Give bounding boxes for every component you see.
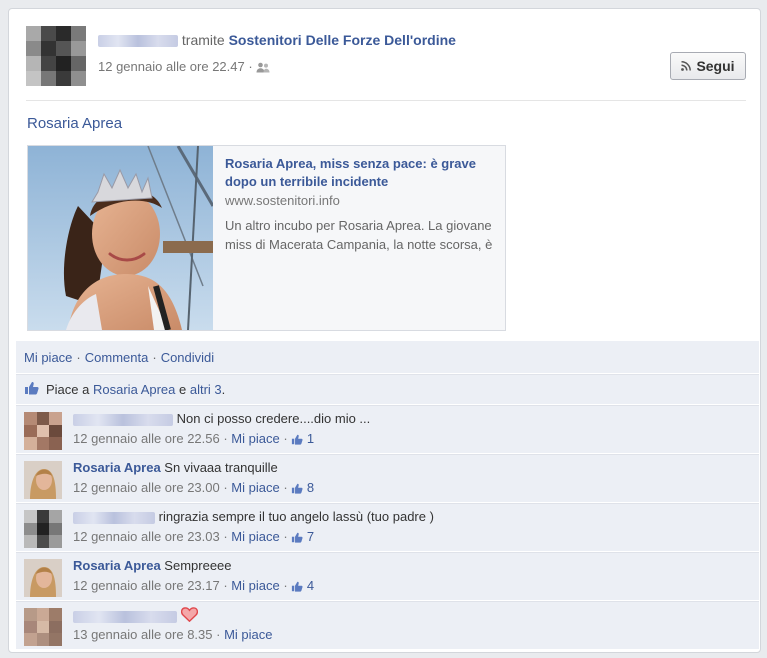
comment-item: ringrazia sempre il tuo angelo lassù (tu… — [16, 503, 759, 551]
comment-text: ringrazia sempre il tuo angelo lassù (tu… — [158, 509, 434, 524]
like-link[interactable]: Mi piace — [24, 350, 72, 365]
comment-like-link[interactable]: Mi piace — [231, 578, 279, 593]
shared-link-title[interactable]: Rosaria Aprea, miss senza pace: è grave … — [225, 155, 495, 191]
post-card: tramite Sostenitori Delle Forze Dell'ord… — [8, 8, 761, 653]
comment-link[interactable]: Commenta — [85, 350, 149, 365]
comment-text: Sn vivaaa tranquille — [164, 460, 278, 475]
comment-time[interactable]: 12 gennaio alle ore 22.56 — [73, 431, 220, 446]
shared-link-description: Un altro incubo per Rosaria Aprea. La gi… — [225, 218, 493, 252]
comment-text: Non ci posso credere....dio mio ... — [176, 411, 371, 426]
comment-time[interactable]: 12 gennaio alle ore 23.03 — [73, 529, 220, 544]
commenter-name-redacted[interactable] — [73, 413, 173, 426]
commenter-avatar[interactable] — [24, 461, 62, 499]
comment-meta: 12 gennaio alle ore 22.56 · Mi piace · 1 — [73, 431, 315, 446]
via-label: tramite — [181, 32, 225, 48]
commenter-avatar[interactable] — [24, 559, 62, 597]
thumbs-up-icon — [24, 381, 39, 398]
comment-text-line: ringrazia sempre il tuo angelo lassù (tu… — [73, 509, 434, 524]
comment-text-line — [73, 607, 198, 623]
comment-item: 13 gennaio alle ore 8.35 · Mi piace — [16, 601, 759, 649]
share-link[interactable]: Condividi — [161, 350, 214, 365]
likes-suffix: . — [221, 382, 226, 397]
comment-item: Rosaria Aprea Sn vivaaa tranquille 12 ge… — [16, 454, 759, 502]
commenter-name-redacted[interactable] — [73, 610, 177, 623]
audience-friends-icon[interactable] — [256, 59, 270, 74]
comment-meta: 12 gennaio alle ore 23.03 · Mi piace · 7 — [73, 529, 315, 544]
action-separator: · — [76, 349, 81, 365]
comment-time[interactable]: 12 gennaio alle ore 23.00 — [73, 480, 220, 495]
poster-line: tramite Sostenitori Delle Forze Dell'ord… — [98, 32, 456, 48]
comment-time[interactable]: 13 gennaio alle ore 8.35 — [73, 627, 213, 642]
action-separator: · — [152, 349, 157, 365]
heart-icon — [180, 607, 198, 623]
comment-meta: 12 gennaio alle ore 23.00 · Mi piace · 8 — [73, 480, 315, 495]
post-timestamp[interactable]: 12 gennaio alle ore 22.47 — [98, 59, 245, 74]
comment-meta: 12 gennaio alle ore 23.17 · Mi piace · 4 — [73, 578, 315, 593]
commenter-name-link[interactable]: Rosaria Aprea — [73, 558, 161, 573]
commenter-name-redacted[interactable] — [73, 511, 155, 524]
poster-name-redacted[interactable] — [98, 35, 178, 48]
likes-summary: Piace a Rosaria Aprea e altri 3. — [16, 374, 759, 404]
comment-like-count[interactable]: 4 — [291, 578, 314, 593]
comment-time[interactable]: 12 gennaio alle ore 23.17 — [73, 578, 220, 593]
comment-text-line: Rosaria Aprea Sn vivaaa tranquille — [73, 460, 278, 475]
meta-separator: · — [248, 59, 253, 74]
header-divider — [26, 100, 746, 101]
comment-text-line: Rosaria Aprea Sempreeee — [73, 558, 232, 573]
shared-link-preview[interactable]: Rosaria Aprea, miss senza pace: è grave … — [27, 145, 506, 331]
commenter-name-link[interactable]: Rosaria Aprea — [73, 460, 161, 475]
shared-link-thumbnail[interactable] — [28, 146, 213, 330]
post-header: tramite Sostenitori Delle Forze Dell'ord… — [26, 26, 746, 86]
follow-button[interactable]: Segui — [670, 52, 746, 80]
likes-prefix: Piace a — [46, 382, 90, 397]
comment-like-link[interactable]: Mi piace — [224, 627, 272, 642]
comment-like-count[interactable]: 1 — [291, 431, 314, 446]
shared-link-text: Rosaria Aprea, miss senza pace: è grave … — [225, 155, 495, 254]
commenter-avatar[interactable] — [24, 608, 62, 646]
likes-name-link[interactable]: Rosaria Aprea — [93, 382, 175, 397]
follow-label: Segui — [696, 58, 735, 74]
poster-avatar[interactable] — [26, 26, 86, 86]
comment-like-count[interactable]: 7 — [291, 529, 314, 544]
comment-text-line: Non ci posso credere....dio mio ... — [73, 411, 370, 426]
post-meta: 12 gennaio alle ore 22.47 · — [98, 59, 270, 74]
comment-text: Sempreeee — [164, 558, 232, 573]
comment-like-link[interactable]: Mi piace — [231, 529, 279, 544]
comment-like-link[interactable]: Mi piace — [231, 431, 279, 446]
post-title-link[interactable]: Rosaria Aprea — [27, 115, 122, 132]
commenter-avatar[interactable] — [24, 510, 62, 548]
page-name-link[interactable]: Sostenitori Delle Forze Dell'ordine — [229, 32, 456, 48]
shared-link-domain: www.sostenitori.info — [225, 193, 340, 208]
comment-like-count[interactable]: 8 — [291, 480, 314, 495]
comment-like-link[interactable]: Mi piace — [231, 480, 279, 495]
commenter-avatar[interactable] — [24, 412, 62, 450]
post-actions: Mi piace · Commenta · Condividi — [16, 341, 759, 373]
comment-meta: 13 gennaio alle ore 8.35 · Mi piace — [73, 627, 273, 642]
comment-item: Non ci posso credere....dio mio ... 12 g… — [16, 405, 759, 453]
likes-others-link[interactable]: altri 3 — [190, 382, 222, 397]
likes-conj: e — [179, 382, 187, 397]
comment-item: Rosaria Aprea Sempreeee 12 gennaio alle … — [16, 552, 759, 600]
rss-icon — [681, 58, 692, 74]
